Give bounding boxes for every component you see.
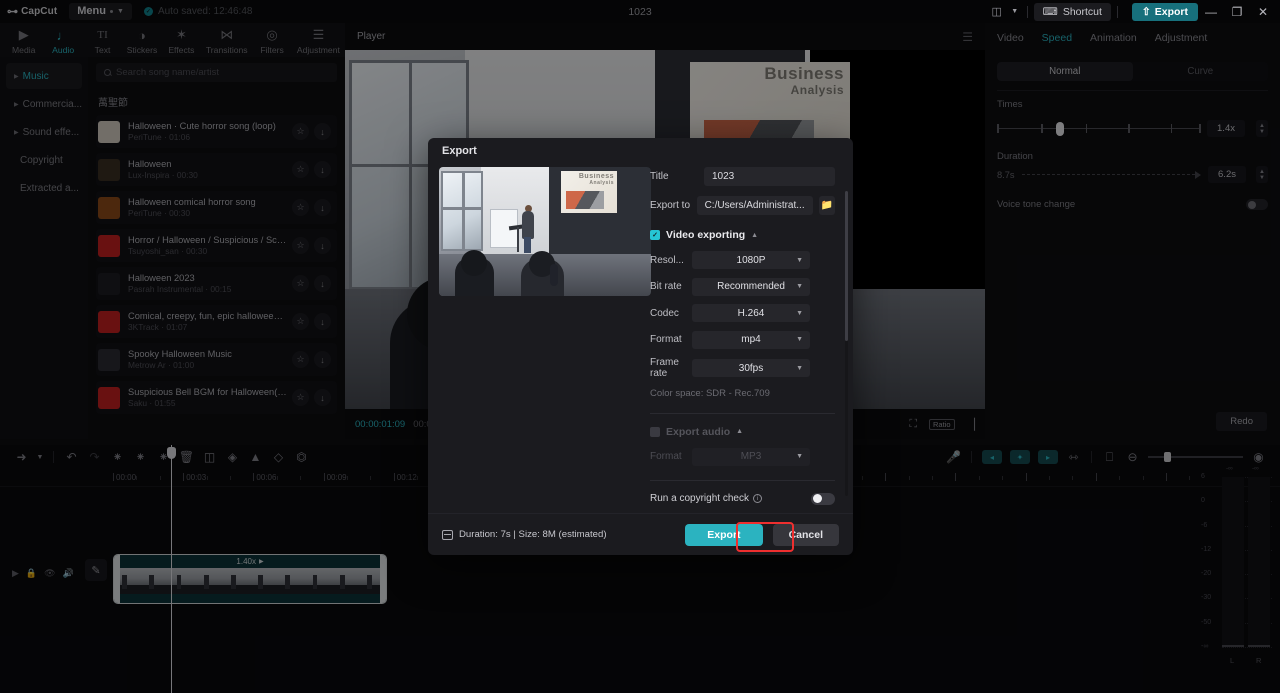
chevron-down-icon[interactable]: ▼ bbox=[1009, 0, 1021, 23]
divider bbox=[1116, 5, 1118, 18]
setting-value: 1080P bbox=[736, 254, 766, 266]
setting-select[interactable]: mp4 ▼ bbox=[692, 330, 810, 349]
audio-format-select: MP3 ▼ bbox=[692, 447, 810, 466]
export-to-input[interactable]: C:/Users/Administrat... bbox=[696, 196, 813, 215]
setting-label: Codec bbox=[650, 307, 679, 319]
setting-label: Resol... bbox=[650, 254, 684, 266]
chevron-down-icon: ▼ bbox=[796, 309, 803, 317]
preview-screen-text: Business bbox=[578, 173, 614, 180]
setting-value: 30fps bbox=[738, 362, 764, 374]
maximize-button[interactable]: ❐ bbox=[1224, 0, 1250, 23]
dialog-preview-pane: Export Business Analysis bbox=[428, 167, 651, 513]
setting-row-frame-rate: Frame rate 30fps ▼ bbox=[650, 357, 835, 379]
chevron-down-icon: ▼ bbox=[796, 364, 803, 372]
setting-select[interactable]: Recommended ▼ bbox=[692, 277, 810, 296]
export-to-label: Export to bbox=[650, 200, 691, 211]
export-confirm-button[interactable]: Export bbox=[685, 523, 763, 546]
title-field-row: Title 1023 bbox=[650, 167, 835, 186]
dialog-scrollbar[interactable] bbox=[845, 191, 848, 496]
chevron-down-icon: ▼ bbox=[796, 453, 803, 460]
setting-row-bit-rate: Bit rate Recommended ▼ bbox=[650, 277, 835, 296]
chevron-down-icon: ▼ bbox=[796, 336, 803, 343]
export-preview-thumbnail: Export Business Analysis bbox=[439, 167, 651, 296]
dialog-title: Export bbox=[442, 144, 477, 157]
export-button-titlebar[interactable]: ⇧ Export bbox=[1131, 2, 1198, 21]
copyright-text: Run a copyright check bbox=[650, 493, 749, 504]
export-audio-label: Export audio bbox=[666, 425, 731, 438]
setting-select[interactable]: 1080P ▼ bbox=[692, 251, 810, 269]
layout-icon[interactable]: ◫ bbox=[985, 0, 1009, 23]
setting-select[interactable]: H.264 ▼ bbox=[692, 304, 810, 322]
setting-value: H.264 bbox=[737, 307, 765, 319]
close-button[interactable]: ✕ bbox=[1250, 0, 1276, 23]
export-summary: Duration: 7s | Size: 8M (estimated) bbox=[442, 529, 607, 540]
chevron-down-icon: ▼ bbox=[796, 256, 803, 264]
setting-label: Bit rate bbox=[650, 281, 682, 292]
divider bbox=[650, 479, 835, 481]
title-input[interactable]: 1023 bbox=[704, 167, 835, 186]
minimize-button[interactable]: — bbox=[1198, 0, 1224, 23]
dialog-actions: Export Cancel bbox=[685, 523, 839, 546]
check-icon[interactable]: ✓ bbox=[650, 230, 660, 240]
setting-row-codec: Codec H.264 ▼ bbox=[650, 304, 835, 322]
folder-icon[interactable]: 📁 bbox=[818, 196, 835, 215]
shortcut-label: Shortcut bbox=[1062, 5, 1102, 18]
copyright-check-row: Run a copyright check i bbox=[650, 492, 835, 505]
divider bbox=[1026, 5, 1028, 18]
audio-format-label: Format bbox=[650, 451, 682, 462]
setting-row-format: Format mp4 ▼ bbox=[650, 330, 835, 349]
film-icon bbox=[442, 529, 453, 540]
export-summary-text: Duration: 7s | Size: 8M (estimated) bbox=[459, 529, 607, 540]
chevron-up-icon[interactable]: ▲ bbox=[736, 428, 743, 435]
export-label: Export bbox=[1154, 5, 1188, 18]
color-space-label: Color space: SDR - Rec.709 bbox=[650, 387, 770, 399]
audio-format-row: Format MP3 ▼ bbox=[650, 447, 835, 466]
audio-format-value: MP3 bbox=[740, 451, 762, 462]
video-exporting-group[interactable]: ✓ Video exporting ▲ bbox=[650, 229, 835, 241]
titlebar-actions: ◫ ▼ ⌨ Shortcut ⇧ Export — ❐ ✕ bbox=[985, 0, 1280, 23]
divider bbox=[650, 412, 835, 414]
export-dialog: Export Export Business bbox=[428, 138, 853, 555]
shortcut-button[interactable]: ⌨ Shortcut bbox=[1033, 2, 1111, 21]
dialog-settings-pane: Title 1023 Export to C:/Users/Administra… bbox=[650, 167, 853, 513]
export-to-row: Export to C:/Users/Administrat... 📁 bbox=[650, 196, 835, 215]
dialog-footer: Duration: 7s | Size: 8M (estimated) Expo… bbox=[428, 513, 853, 555]
keyboard-icon: ⌨ bbox=[1042, 5, 1058, 18]
chevron-up-icon[interactable]: ▲ bbox=[751, 232, 758, 239]
upload-icon: ⇧ bbox=[1141, 5, 1151, 18]
video-settings-fields: Resol... 1080P ▼ Bit rate Recommended ▼ Codec H… bbox=[650, 251, 835, 379]
setting-value: mp4 bbox=[741, 334, 761, 345]
copyright-toggle[interactable] bbox=[811, 492, 835, 505]
title-label: Title bbox=[650, 171, 669, 182]
setting-label: Format bbox=[650, 334, 682, 345]
checkbox-unchecked-icon[interactable] bbox=[650, 426, 660, 437]
setting-select[interactable]: 30fps ▼ bbox=[692, 359, 810, 377]
audio-exporting-group[interactable]: Export audio ▲ bbox=[650, 426, 835, 438]
chevron-down-icon: ▼ bbox=[796, 283, 803, 290]
dialog-body: Export Business Analysis bbox=[428, 163, 853, 513]
setting-value: Recommended bbox=[717, 281, 785, 292]
setting-row-resol---: Resol... 1080P ▼ bbox=[650, 251, 835, 269]
copyright-label: Run a copyright check i bbox=[650, 493, 762, 504]
info-icon[interactable]: i bbox=[752, 494, 762, 503]
capcut-window: ⊶ CapCut Menu ▼ ✓ Auto saved: 12:46:48 1… bbox=[0, 0, 1280, 693]
video-exporting-label: Video exporting bbox=[666, 229, 746, 241]
setting-label: Frame rate bbox=[650, 357, 679, 379]
cancel-button[interactable]: Cancel bbox=[772, 523, 839, 546]
